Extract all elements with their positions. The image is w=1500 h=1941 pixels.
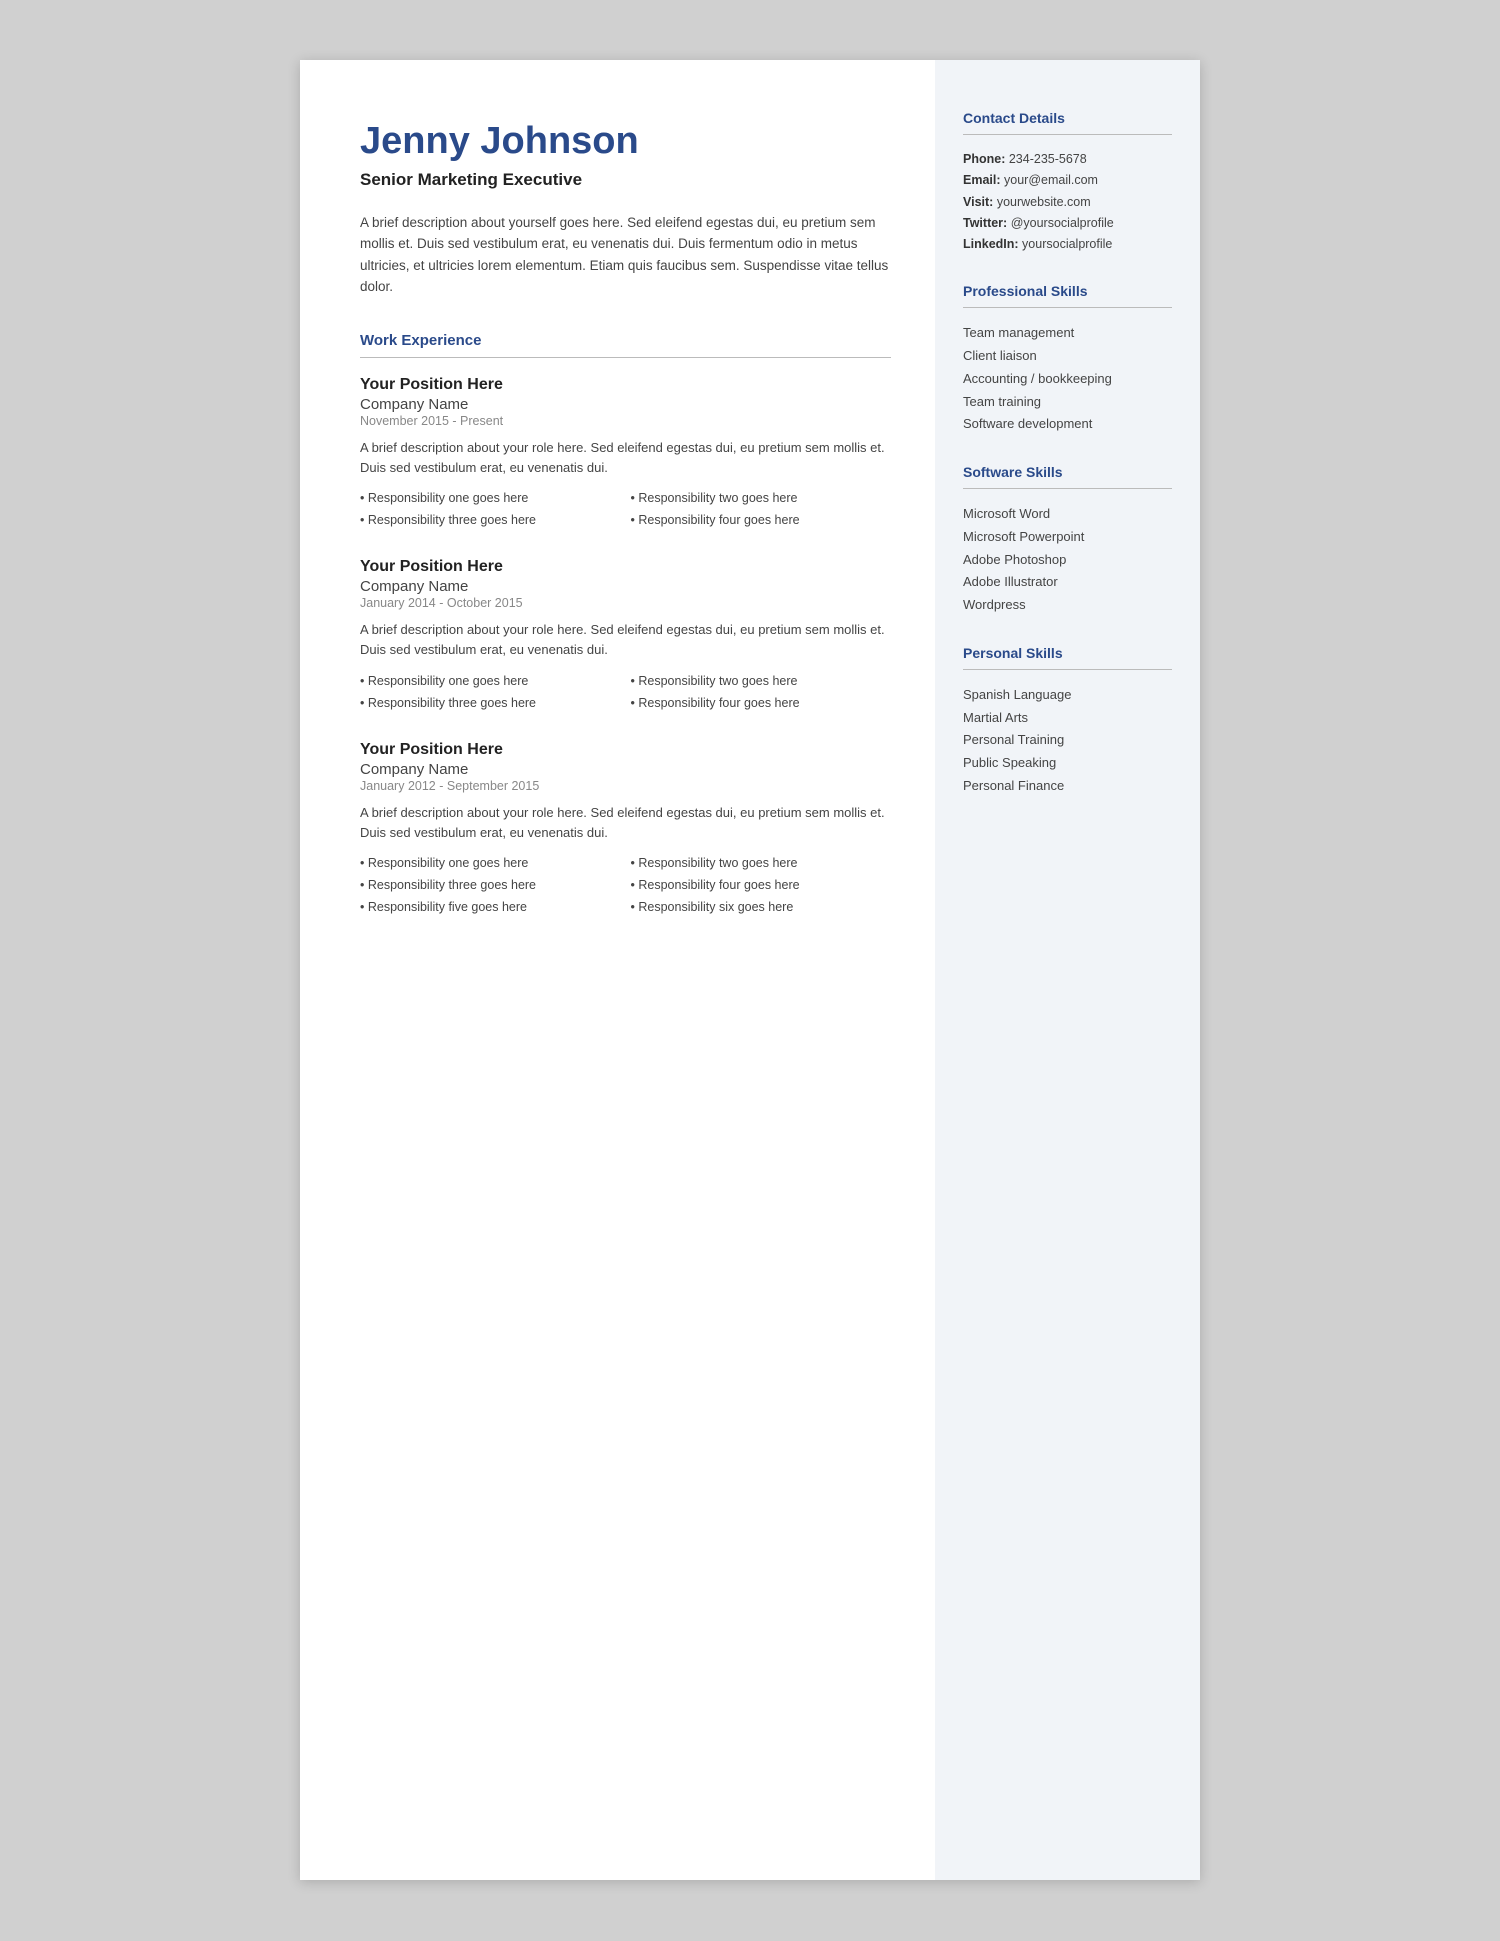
professional-skills-header: Professional Skills — [963, 283, 1172, 299]
job-1-resp-3: Responsibility three goes here — [360, 510, 621, 530]
soft-skill-1: Microsoft Word — [963, 503, 1172, 526]
contact-section: Contact Details Phone: 234-235-5678 Emai… — [963, 110, 1172, 255]
job-3-dates: January 2012 - September 2015 — [360, 779, 891, 793]
job-3-description: A brief description about your role here… — [360, 803, 891, 843]
email-value: your@email.com — [1004, 173, 1098, 187]
visit-label: Visit: — [963, 195, 993, 209]
contact-email: Email: your@email.com — [963, 170, 1172, 191]
personal-skills-divider — [963, 669, 1172, 670]
job-1-position: Your Position Here — [360, 376, 891, 394]
job-3-resp-4: Responsibility four goes here — [631, 875, 892, 895]
job-3: Your Position Here Company Name January … — [360, 741, 891, 917]
job-1-responsibilities: Responsibility one goes here Responsibil… — [360, 488, 891, 530]
job-3-resp-5: Responsibility five goes here — [360, 897, 621, 917]
job-1: Your Position Here Company Name November… — [360, 376, 891, 530]
soft-skill-3: Adobe Photoshop — [963, 549, 1172, 572]
job-3-resp-2: Responsibility two goes here — [631, 853, 892, 873]
linkedin-value: yoursocialprofile — [1022, 237, 1112, 251]
visit-value: yourwebsite.com — [997, 195, 1091, 209]
contact-divider — [963, 134, 1172, 135]
prof-skill-3: Accounting / bookkeeping — [963, 368, 1172, 391]
linkedin-label: LinkedIn: — [963, 237, 1019, 251]
job-3-position: Your Position Here — [360, 741, 891, 759]
software-skills-header: Software Skills — [963, 464, 1172, 480]
contact-linkedin: LinkedIn: yoursocialprofile — [963, 234, 1172, 255]
job-2-resp-1: Responsibility one goes here — [360, 671, 621, 691]
job-2-resp-2: Responsibility two goes here — [631, 671, 892, 691]
contact-header: Contact Details — [963, 110, 1172, 126]
pers-skill-1: Spanish Language — [963, 684, 1172, 707]
prof-skill-4: Team training — [963, 391, 1172, 414]
job-2-resp-3: Responsibility three goes here — [360, 693, 621, 713]
job-3-resp-6: Responsibility six goes here — [631, 897, 892, 917]
twitter-value: @yoursocialprofile — [1011, 216, 1114, 230]
soft-skill-5: Wordpress — [963, 594, 1172, 617]
job-1-resp-4: Responsibility four goes here — [631, 510, 892, 530]
job-2-dates: January 2014 - October 2015 — [360, 596, 891, 610]
job-2: Your Position Here Company Name January … — [360, 558, 891, 712]
contact-twitter: Twitter: @yoursocialprofile — [963, 213, 1172, 234]
job-2-position: Your Position Here — [360, 558, 891, 576]
job-3-company: Company Name — [360, 761, 891, 778]
phone-label: Phone: — [963, 152, 1005, 166]
job-2-company: Company Name — [360, 578, 891, 595]
soft-skill-2: Microsoft Powerpoint — [963, 526, 1172, 549]
job-1-dates: November 2015 - Present — [360, 414, 891, 428]
work-experience-divider — [360, 357, 891, 358]
pers-skill-2: Martial Arts — [963, 707, 1172, 730]
email-label: Email: — [963, 173, 1001, 187]
personal-skills-section: Personal Skills Spanish Language Martial… — [963, 645, 1172, 798]
job-2-resp-4: Responsibility four goes here — [631, 693, 892, 713]
candidate-title: Senior Marketing Executive — [360, 170, 891, 190]
pers-skill-4: Public Speaking — [963, 752, 1172, 775]
job-1-company: Company Name — [360, 396, 891, 413]
prof-skill-5: Software development — [963, 413, 1172, 436]
left-column: Jenny Johnson Senior Marketing Executive… — [300, 60, 935, 1880]
prof-skill-1: Team management — [963, 322, 1172, 345]
prof-skill-2: Client liaison — [963, 345, 1172, 368]
job-3-resp-1: Responsibility one goes here — [360, 853, 621, 873]
job-3-resp-3: Responsibility three goes here — [360, 875, 621, 895]
job-3-responsibilities: Responsibility one goes here Responsibil… — [360, 853, 891, 917]
soft-skill-4: Adobe Illustrator — [963, 571, 1172, 594]
job-1-description: A brief description about your role here… — [360, 438, 891, 478]
job-2-description: A brief description about your role here… — [360, 620, 891, 660]
job-1-resp-2: Responsibility two goes here — [631, 488, 892, 508]
job-1-resp-1: Responsibility one goes here — [360, 488, 621, 508]
work-experience-header: Work Experience — [360, 332, 891, 349]
candidate-name: Jenny Johnson — [360, 120, 891, 164]
twitter-label: Twitter: — [963, 216, 1007, 230]
contact-visit: Visit: yourwebsite.com — [963, 192, 1172, 213]
software-skills-section: Software Skills Microsoft Word Microsoft… — [963, 464, 1172, 617]
resume-page: Jenny Johnson Senior Marketing Executive… — [300, 60, 1200, 1880]
personal-skills-header: Personal Skills — [963, 645, 1172, 661]
job-2-responsibilities: Responsibility one goes here Responsibil… — [360, 671, 891, 713]
pers-skill-5: Personal Finance — [963, 775, 1172, 798]
professional-skills-divider — [963, 307, 1172, 308]
professional-skills-section: Professional Skills Team management Clie… — [963, 283, 1172, 436]
phone-value: 234-235-5678 — [1009, 152, 1087, 166]
software-skills-divider — [963, 488, 1172, 489]
contact-phone: Phone: 234-235-5678 — [963, 149, 1172, 170]
right-column: Contact Details Phone: 234-235-5678 Emai… — [935, 60, 1200, 1880]
pers-skill-3: Personal Training — [963, 729, 1172, 752]
candidate-bio: A brief description about yourself goes … — [360, 212, 891, 298]
